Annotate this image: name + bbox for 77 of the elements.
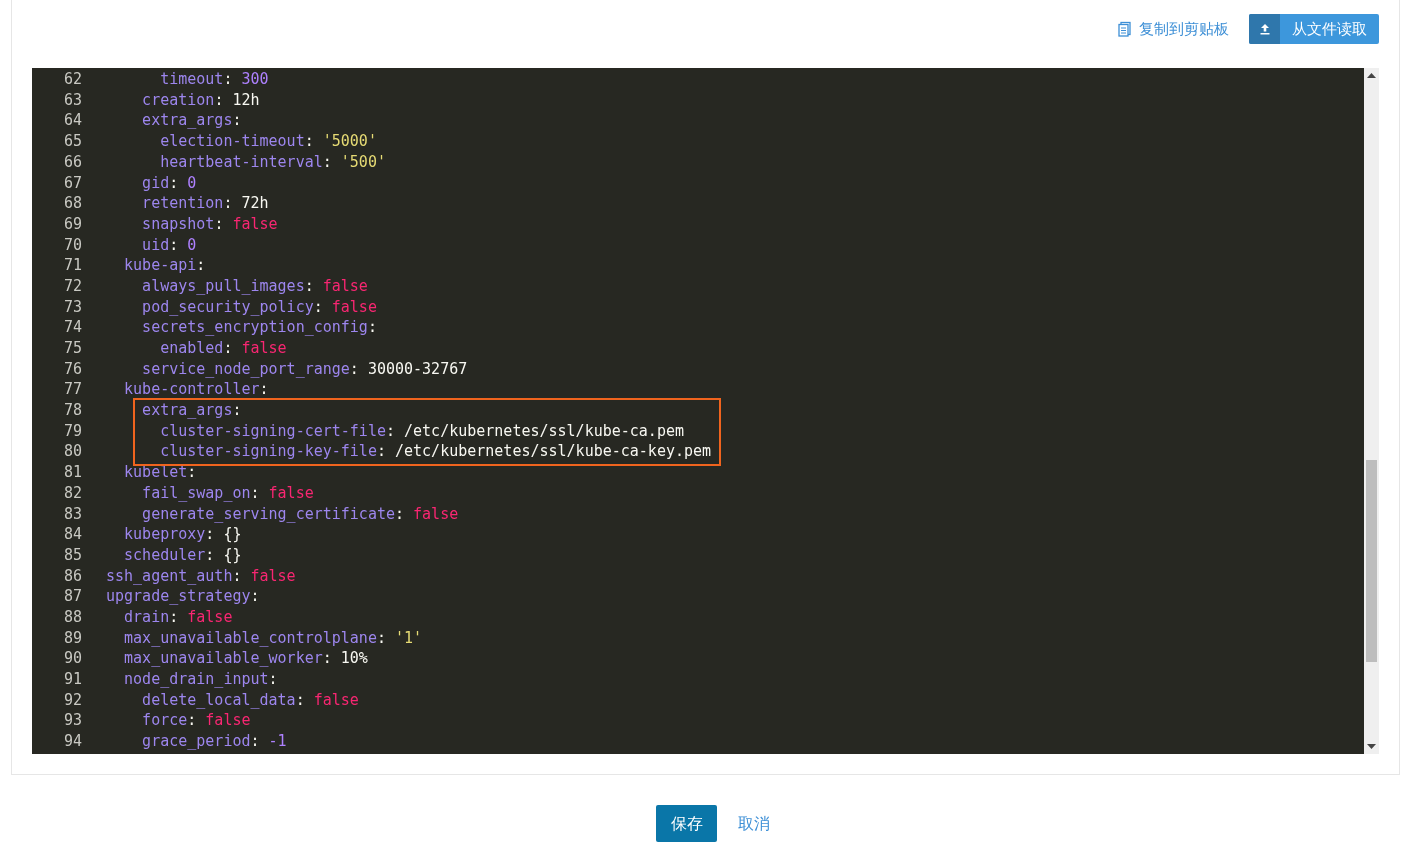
line-number: 65 <box>62 131 82 153</box>
copy-to-clipboard-link[interactable]: 复制到剪贴板 <box>1117 14 1229 44</box>
code-line: ssh_agent_auth: false <box>106 565 296 587</box>
line-number: 84 <box>62 524 82 546</box>
scroll-down-icon <box>1367 744 1376 749</box>
code-line: drain: false <box>123 606 233 628</box>
line-number: 72 <box>62 275 82 297</box>
code-line: grace_period: -1 <box>141 731 287 753</box>
code-line: node_drain_input: <box>123 669 278 691</box>
line-number: 80 <box>62 441 82 463</box>
code-line: election-timeout: '5000' <box>159 131 377 153</box>
code-line: fail_swap_on: false <box>141 482 314 504</box>
line-number: 63 <box>62 89 82 111</box>
code-line: upgrade_strategy: <box>106 586 260 608</box>
code-line: heartbeat-interval: '500' <box>159 151 386 173</box>
code-line: kubelet: <box>123 462 197 484</box>
code-line: delete_local_data: false <box>141 689 359 711</box>
code-line: uid: 0 <box>141 234 197 256</box>
code-line: secrets_encryption_config: <box>141 317 377 339</box>
code-line: max_unavailable_worker: 10% <box>123 648 368 670</box>
line-number: 73 <box>62 296 82 318</box>
line-number: 76 <box>62 358 82 380</box>
line-number: 92 <box>62 689 82 711</box>
code-line: extra_args: <box>141 110 242 132</box>
code-line: kube-api: <box>123 255 206 277</box>
upload-icon <box>1258 23 1271 35</box>
code-line: gid: 0 <box>141 172 197 194</box>
line-number: 68 <box>62 193 82 215</box>
save-button[interactable]: 保存 <box>656 805 717 842</box>
line-number: 94 <box>62 731 82 753</box>
code-line: force: false <box>141 710 251 732</box>
line-number: 67 <box>62 172 82 194</box>
code-line: max_unavailable_controlplane: '1' <box>123 627 423 649</box>
code-line: pod_security_policy: false <box>141 296 377 318</box>
line-number: 83 <box>62 503 82 525</box>
line-number: 88 <box>62 606 82 628</box>
line-number: 77 <box>62 379 82 401</box>
line-number: 85 <box>62 544 82 566</box>
line-number: 79 <box>62 420 82 442</box>
line-number: 81 <box>62 462 82 484</box>
code-line: timeout: 300 <box>159 69 269 91</box>
line-number: 75 <box>62 338 82 360</box>
code-line: creation: 12h <box>141 89 260 111</box>
line-number: 71 <box>62 255 82 277</box>
line-number: 82 <box>62 482 82 504</box>
line-number: 90 <box>62 648 82 670</box>
code-line: scheduler: {} <box>123 544 242 566</box>
line-number: 78 <box>62 400 82 422</box>
code-line: enabled: false <box>159 338 287 360</box>
scrollbar[interactable] <box>1364 68 1379 754</box>
line-number: 86 <box>62 565 82 587</box>
read-from-file-button[interactable]: 从文件读取 <box>1249 14 1379 44</box>
code-line: kubeproxy: {} <box>123 524 242 546</box>
cancel-link[interactable]: 取消 <box>738 811 770 836</box>
scrollbar-thumb[interactable] <box>1366 460 1377 662</box>
line-number: 69 <box>62 213 82 235</box>
scroll-up-icon <box>1367 73 1376 78</box>
code-line: generate_serving_certificate: false <box>141 503 459 525</box>
line-number: 70 <box>62 234 82 256</box>
line-number: 64 <box>62 110 82 132</box>
line-number: 87 <box>62 586 82 608</box>
line-number: 93 <box>62 710 82 732</box>
line-number: 89 <box>62 627 82 649</box>
code-line: retention: 72h <box>141 193 269 215</box>
code-line: extra_args: <box>141 400 242 422</box>
line-number: 62 <box>62 69 82 91</box>
clipboard-icon <box>1117 21 1133 37</box>
code-line: kube-controller: <box>123 379 269 401</box>
code-line: service_node_port_range: 30000-32767 <box>141 358 468 380</box>
code-line: always_pull_images: false <box>141 275 368 297</box>
line-number: 74 <box>62 317 82 339</box>
code-editor[interactable] <box>32 68 1364 754</box>
line-number: 91 <box>62 669 82 691</box>
line-number: 66 <box>62 151 82 173</box>
code-line: snapshot: false <box>141 213 278 235</box>
code-line: cluster-signing-cert-file: /etc/kubernetes/ssl/kube-ca.pem <box>159 420 684 442</box>
code-line: cluster-signing-key-file: /etc/kubernetes/ssl/kube-ca-key.pem <box>159 441 712 463</box>
